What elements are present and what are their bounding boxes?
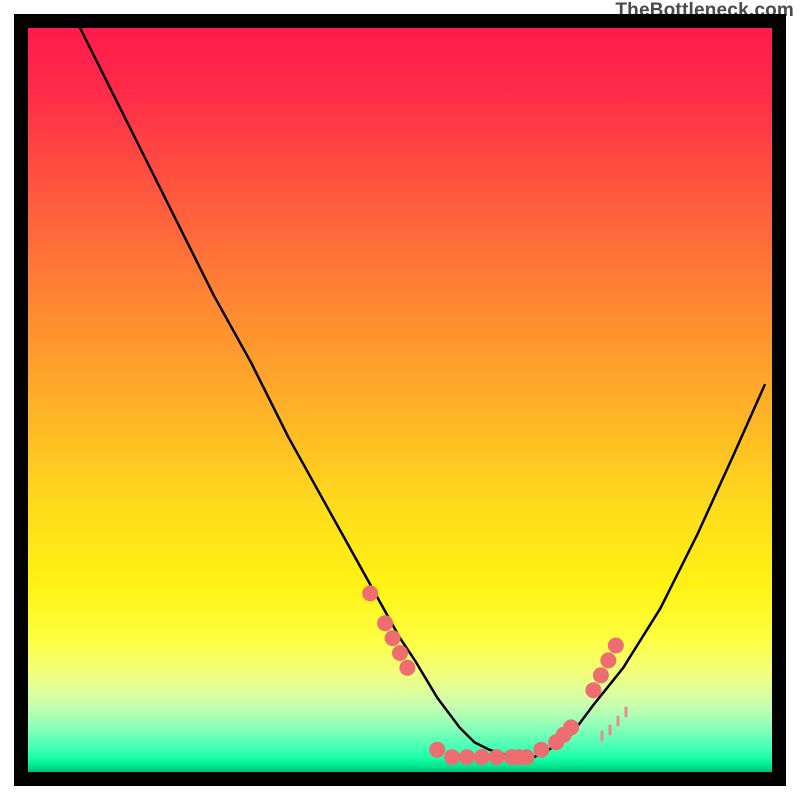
marker-point (600, 652, 616, 668)
marker-point (533, 742, 549, 758)
highlighted-points (362, 585, 624, 765)
bottleneck-curve (80, 28, 765, 757)
marker-point (377, 615, 393, 631)
marker-point (399, 660, 415, 676)
marker-point (474, 749, 490, 765)
marker-point (608, 638, 624, 654)
plot-area (28, 28, 772, 772)
marker-point (392, 645, 408, 661)
marker-point (519, 749, 535, 765)
marker-point (585, 682, 601, 698)
marker-point (459, 749, 475, 765)
chart-svg (28, 28, 772, 772)
right-side-ticks (602, 708, 626, 740)
marker-point (362, 585, 378, 601)
marker-point (385, 630, 401, 646)
marker-point (489, 749, 505, 765)
marker-point (444, 749, 460, 765)
marker-point (429, 742, 445, 758)
chart-frame: TheBottleneck.com (0, 0, 800, 800)
marker-point (593, 667, 609, 683)
marker-point (563, 719, 579, 735)
